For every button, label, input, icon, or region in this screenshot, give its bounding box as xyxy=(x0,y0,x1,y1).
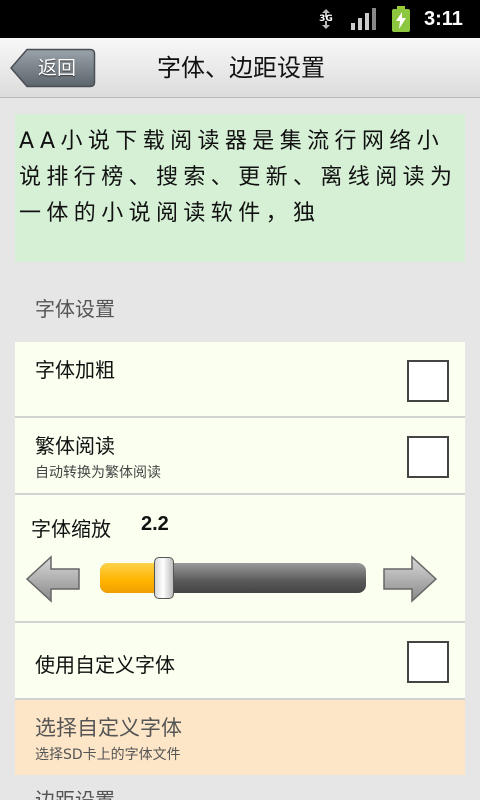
battery-charging-icon xyxy=(392,6,410,32)
choose-custom-font-title: 选择自定义字体 xyxy=(35,716,182,740)
decrease-arrow-icon[interactable] xyxy=(25,555,81,603)
bold-font-checkbox[interactable] xyxy=(407,360,449,402)
status-bar: 3G 3:11 xyxy=(0,0,480,38)
traditional-reading-summary: 自动转换为繁体阅读 xyxy=(35,465,161,481)
custom-font-title: 使用自定义字体 xyxy=(35,653,175,677)
choose-custom-font-row[interactable]: 选择自定义字体 选择SD卡上的字体文件 xyxy=(15,700,465,775)
traditional-reading-row[interactable]: 繁体阅读 自动转换为繁体阅读 xyxy=(15,418,465,495)
font-preview-text: AA小说下载阅读器是集流行网络小说排行榜、搜索、更新、离线阅读为一体的小说阅读软… xyxy=(19,129,458,226)
custom-font-checkbox[interactable] xyxy=(407,641,449,683)
network-type-label: 3G xyxy=(319,14,333,24)
title-bar: 字体、边距设置 返回 xyxy=(0,38,480,98)
bold-font-title: 字体加粗 xyxy=(35,358,115,382)
margin-settings-header: 边距设置 xyxy=(35,790,115,800)
font-preview: AA小说下载阅读器是集流行网络小说排行榜、搜索、更新、离线阅读为一体的小说阅读软… xyxy=(15,114,465,262)
font-zoom-slider-thumb[interactable] xyxy=(153,557,174,599)
traditional-reading-checkbox[interactable] xyxy=(407,436,449,478)
signal-strength-icon xyxy=(351,8,376,30)
font-zoom-row: 字体缩放 2.2 xyxy=(15,495,465,623)
back-button-label: 返回 xyxy=(38,57,77,79)
choose-custom-font-summary: 选择SD卡上的字体文件 xyxy=(35,747,181,763)
font-zoom-slider[interactable] xyxy=(100,563,366,593)
increase-arrow-icon[interactable] xyxy=(382,555,438,603)
bold-font-row[interactable]: 字体加粗 xyxy=(15,342,465,418)
font-zoom-label: 字体缩放 xyxy=(31,517,111,541)
back-button[interactable]: 返回 xyxy=(10,48,96,88)
font-settings-header: 字体设置 xyxy=(35,297,115,321)
clock: 3:11 xyxy=(424,8,463,30)
traditional-reading-title: 繁体阅读 xyxy=(35,434,115,458)
custom-font-row[interactable]: 使用自定义字体 xyxy=(15,623,465,700)
network-3g-icon: 3G xyxy=(318,8,334,30)
font-zoom-value: 2.2 xyxy=(141,513,169,535)
